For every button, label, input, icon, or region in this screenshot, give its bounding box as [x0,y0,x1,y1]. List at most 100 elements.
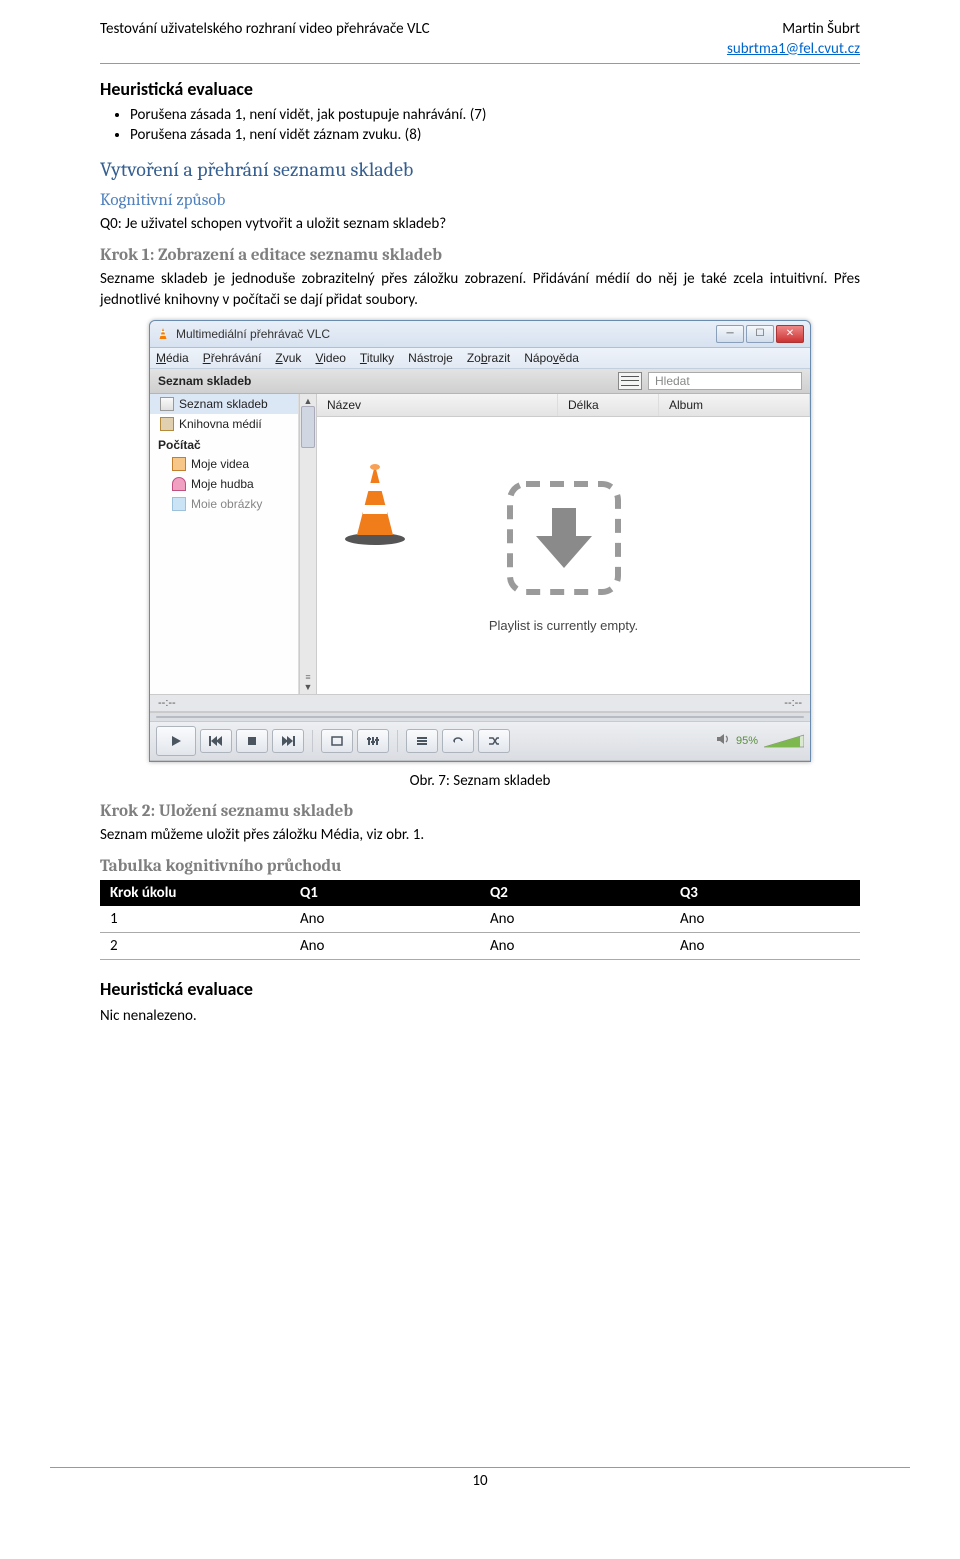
sidebar-item-music[interactable]: Moje hudba [150,474,298,494]
scroll-grip-icon[interactable]: ≡ [305,672,310,682]
sidebar-label-library: Knihovna médií [179,417,262,431]
fullscreen-button[interactable] [321,729,353,753]
page-footer: 10 [50,1467,910,1490]
seek-slider[interactable] [150,712,810,722]
play-button[interactable] [156,726,196,756]
heur-bullets: Porušena zásada 1, není vidět, jak postu… [130,106,860,144]
q0-text: Q0: Je uživatel schopen vytvořit a uloži… [100,214,860,234]
scroll-down-icon[interactable]: ▼ [304,682,313,692]
table-header-row: Krok úkolu Q1 Q2 Q3 [100,880,860,906]
vlc-sidebar: Seznam skladeb Knihovna médií Počítač Mo… [150,394,299,694]
cell-1-q3: Ano [670,906,860,933]
time-elapsed: --:-- [158,697,176,709]
cell-1-q1: Ano [290,906,480,933]
menu-view[interactable]: Zobrazit [467,351,510,365]
playlist-search-input[interactable]: Hledat [648,372,802,390]
vlc-playlist-header: Seznam skladeb Hledat [150,369,810,394]
sidebar-scrollbar[interactable]: ▲ ≡ ▼ [299,394,317,694]
prev-button[interactable] [200,729,232,753]
sidebar-item-videos[interactable]: Moje videa [150,454,298,474]
vlc-controls: 95% [150,722,810,761]
sidebar-label-pictures: Moie obrázky [191,497,262,511]
doc-author: Martin Šubrt [727,20,860,40]
volume-slider[interactable] [764,734,804,748]
step1-text: Sezname skladeb je jednoduše zobraziteln… [100,269,860,310]
task-title: Vytvoření a přehrání seznamu skladeb [100,158,860,181]
maximize-button[interactable]: ☐ [746,325,774,343]
sidebar-item-playlist[interactable]: Seznam skladeb [150,394,298,414]
th-q2: Q2 [480,880,670,906]
close-button[interactable]: ✕ [776,325,804,343]
playlist-view-toggle-icon[interactable] [618,372,642,390]
heur-bullet-2: Porušena zásada 1, není vidět záznam zvu… [130,126,860,144]
cell-step2: 2 [100,933,290,960]
th-q3: Q3 [670,880,860,906]
figure-caption: Obr. 7: Seznam skladeb [100,772,860,790]
playlist-title: Seznam skladeb [158,374,612,388]
vlc-menubar: Média Přehrávání Zvuk Video Titulky Nást… [150,348,810,369]
cog-walkthrough-table: Krok úkolu Q1 Q2 Q3 1 Ano Ano Ano 2 Ano … [100,880,860,960]
playlist-empty-area[interactable]: Playlist is currently empty. [317,417,810,694]
menu-subs[interactable]: Titulky [360,351,394,365]
col-length[interactable]: Délka [558,394,659,416]
col-name[interactable]: Název [317,394,558,416]
video-icon [172,457,186,471]
heur-bullet-1: Porušena zásada 1, není vidět, jak postu… [130,106,860,124]
heur-eval-heading: Heuristická evaluace [100,78,860,100]
cog-table-heading: Tabulka kognitivního průchodu [100,857,860,876]
control-separator-2 [397,730,398,752]
menu-video[interactable]: Video [315,351,345,365]
vlc-window-title: Multimediální přehrávač VLC [176,327,716,341]
heur-eval-heading-2: Heuristická evaluace [100,978,860,1000]
doc-email-link[interactable]: subrtma1@fel.cvut.cz [727,40,860,58]
doc-title: Testování uživatelského rozhraní video p… [100,20,430,59]
menu-help[interactable]: Nápověda [524,351,579,365]
col-album[interactable]: Album [659,394,810,416]
page-header: Testování uživatelského rozhraní video p… [100,20,860,64]
pictures-icon [172,497,186,511]
sidebar-item-pictures[interactable]: Moie obrázky [150,494,298,514]
scroll-thumb[interactable] [301,406,315,448]
ext-settings-button[interactable] [357,729,389,753]
minimize-button[interactable]: ─ [716,325,744,343]
sidebar-group-computer: Počítač [150,434,298,454]
playlist-button[interactable] [406,729,438,753]
loop-button[interactable] [442,729,474,753]
playlist-empty-text: Playlist is currently empty. [489,618,638,633]
th-q1: Q1 [290,880,480,906]
vlc-screenshot: Multimediální přehrávač VLC ─ ☐ ✕ Média … [149,320,811,762]
table-row: 2 Ano Ano Ano [100,933,860,960]
time-total: --:-- [784,697,802,709]
cell-2-q1: Ano [290,933,480,960]
menu-play[interactable]: Přehrávání [203,351,262,365]
sidebar-label-videos: Moje videa [191,457,249,471]
heur-result: Nic nenalezeno. [100,1006,860,1026]
table-row: 1 Ano Ano Ano [100,906,860,933]
library-icon [160,417,174,431]
volume-percent: 95% [736,735,758,747]
sidebar-item-library[interactable]: Knihovna médií [150,414,298,434]
step2-text: Seznam můžeme uložit přes záložku Média,… [100,825,860,845]
menu-sound[interactable]: Zvuk [275,351,301,365]
vlc-logo-icon [156,327,170,341]
page-number: 10 [472,1472,487,1490]
drop-arrow-icon [504,478,624,598]
stop-button[interactable] [236,729,268,753]
playlist-icon [160,397,174,411]
step1-heading: Krok 1: Zobrazení a editace seznamu skla… [100,246,860,265]
music-icon [172,477,186,491]
speaker-icon[interactable] [716,733,730,748]
menu-tools[interactable]: Nástroje [408,351,453,365]
cell-2-q3: Ano [670,933,860,960]
cognitive-method-heading: Kognitivní způsob [100,191,860,210]
scroll-up-icon[interactable]: ▲ [304,396,313,406]
cell-2-q2: Ano [480,933,670,960]
playlist-columns: Název Délka Album [317,394,810,417]
cell-step1: 1 [100,906,290,933]
sidebar-label-music: Moje hudba [191,477,254,491]
menu-media[interactable]: Média [156,351,189,365]
shuffle-button[interactable] [478,729,510,753]
cell-1-q2: Ano [480,906,670,933]
step2-heading: Krok 2: Uložení seznamu skladeb [100,802,860,821]
next-button[interactable] [272,729,304,753]
